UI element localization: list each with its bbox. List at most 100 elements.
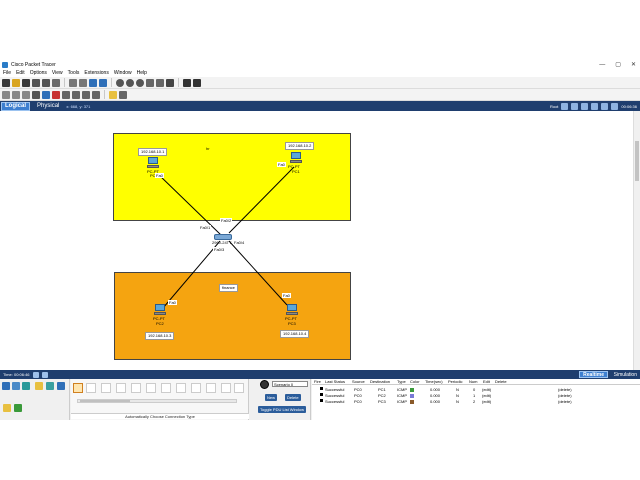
workspace-vertical-scrollbar[interactable]: [633, 111, 640, 370]
simulation-mode-button[interactable]: Simulation: [612, 371, 639, 378]
inspect-icon[interactable]: [12, 90, 20, 99]
end-devices-icon[interactable]: [12, 382, 20, 390]
resize-icon[interactable]: [32, 90, 40, 99]
connection-type-label: Automatically Choose Connection Type: [71, 413, 249, 419]
ellipse-icon[interactable]: [82, 90, 90, 99]
help-icon[interactable]: [193, 78, 201, 87]
components-icon[interactable]: [22, 382, 30, 390]
iot-cable-icon[interactable]: [221, 383, 231, 393]
tab-logical[interactable]: Logical: [1, 101, 31, 111]
realtime-mode-button[interactable]: Realtime: [579, 371, 608, 378]
print-icon[interactable]: [42, 78, 50, 87]
crossover-cable-icon[interactable]: [116, 383, 126, 393]
fiber-cable-icon[interactable]: [131, 383, 141, 393]
move-object-icon[interactable]: [591, 102, 599, 110]
maximize-icon[interactable]: ▢: [615, 61, 621, 68]
row-delete-link[interactable]: (delete): [558, 387, 572, 392]
undo-icon[interactable]: [89, 78, 97, 87]
line-icon[interactable]: [62, 90, 70, 99]
usb-cable-icon[interactable]: [234, 383, 244, 393]
copy-icon[interactable]: [69, 78, 77, 87]
paste-icon[interactable]: [79, 78, 87, 87]
fire-icon[interactable]: [320, 393, 323, 396]
select-icon[interactable]: [2, 90, 10, 99]
pc0-device[interactable]: [147, 157, 159, 169]
fire-icon[interactable]: [320, 399, 323, 402]
table-row[interactable]: Successful PC0 PC3 ICMP 0.000 N 2 (edit)…: [312, 399, 640, 405]
menu-extensions[interactable]: Extensions: [84, 70, 108, 76]
pc2-device[interactable]: [154, 304, 166, 316]
device-list-scrollbar[interactable]: [77, 399, 237, 403]
menu-file[interactable]: File: [3, 70, 11, 76]
custom-devices-icon[interactable]: [156, 78, 164, 87]
coaxial-cable-icon[interactable]: [161, 383, 171, 393]
row-delete-link[interactable]: (delete): [558, 393, 572, 398]
console-cable-icon[interactable]: [86, 383, 96, 393]
row-edit-link[interactable]: (edit): [482, 399, 491, 404]
power-cycle-icon[interactable]: [32, 371, 39, 378]
menu-help[interactable]: Help: [137, 70, 147, 76]
delete-icon[interactable]: [52, 90, 60, 99]
sub-category-icon[interactable]: [14, 404, 22, 412]
menu-view[interactable]: View: [52, 70, 63, 76]
multiuser-icon[interactable]: [57, 382, 65, 390]
pc3-device[interactable]: [286, 304, 298, 316]
freeform-icon[interactable]: [92, 90, 100, 99]
save-icon[interactable]: [22, 78, 30, 87]
new-cluster-icon[interactable]: [581, 102, 589, 110]
scenario-select[interactable]: Scenario 0: [272, 381, 308, 387]
scrollbar-thumb[interactable]: [80, 400, 130, 402]
complex-pdu-icon[interactable]: [119, 90, 127, 99]
menu-tools[interactable]: Tools: [68, 70, 80, 76]
new-scenario-button[interactable]: New: [265, 394, 278, 401]
toggle-pdu-list-button[interactable]: Toggle PDU List Window: [258, 406, 307, 413]
network-devices-icon[interactable]: [2, 382, 10, 390]
fast-forward-icon[interactable]: [41, 371, 48, 378]
auto-connection-icon[interactable]: [73, 383, 83, 393]
move-icon[interactable]: [22, 90, 30, 99]
simple-pdu-icon[interactable]: [109, 90, 117, 99]
serial-dte-cable-icon[interactable]: [191, 383, 201, 393]
row-edit-link[interactable]: (edit): [482, 393, 491, 398]
scrollbar-thumb[interactable]: [635, 141, 639, 181]
phone-cable-icon[interactable]: [146, 383, 156, 393]
row-edit-link[interactable]: (edit): [482, 387, 491, 392]
serial-dce-cable-icon[interactable]: [176, 383, 186, 393]
logical-workspace[interactable]: hr finance 192.168.10.1 PC-PT PC0 Fa0 19…: [0, 111, 633, 370]
redo-icon[interactable]: [99, 78, 107, 87]
miscellaneous-icon[interactable]: [46, 382, 54, 390]
tab-physical[interactable]: Physical: [34, 102, 62, 111]
zoom-reset-icon[interactable]: [126, 78, 134, 87]
straight-through-cable-icon[interactable]: [101, 383, 111, 393]
menu-edit[interactable]: Edit: [16, 70, 25, 76]
octal-cable-icon[interactable]: [206, 383, 216, 393]
back-icon[interactable]: [561, 102, 569, 110]
pc1-device[interactable]: [290, 152, 302, 164]
connections-icon[interactable]: [35, 382, 43, 390]
viewport-icon[interactable]: [601, 102, 609, 110]
drawing-palette-icon[interactable]: [146, 78, 154, 87]
zoom-out-icon[interactable]: [136, 78, 144, 87]
view-icon[interactable]: [166, 78, 174, 87]
open-folder-icon[interactable]: [12, 78, 20, 87]
cluster-icon[interactable]: [571, 102, 579, 110]
main-toolbar: [0, 77, 640, 89]
menu-options[interactable]: Options: [30, 70, 47, 76]
zoom-in-icon[interactable]: [116, 78, 124, 87]
activity-icon[interactable]: [183, 78, 191, 87]
new-file-icon[interactable]: [2, 78, 10, 87]
scenario-panel: Scenario 0 New Delete Toggle PDU List Wi…: [256, 379, 311, 420]
delete-scenario-button[interactable]: Delete: [285, 394, 301, 401]
fire-icon[interactable]: [320, 387, 323, 390]
selected-category-icon[interactable]: [3, 404, 11, 412]
cable-links: [157, 166, 295, 309]
switch-port-fa02: Fa0/2: [220, 218, 233, 223]
save-as-icon[interactable]: [32, 78, 40, 87]
note-icon[interactable]: [42, 90, 50, 99]
close-icon[interactable]: ✕: [631, 61, 636, 68]
rectangle-icon[interactable]: [72, 90, 80, 99]
wizard-icon[interactable]: [52, 78, 60, 87]
minimize-icon[interactable]: —: [599, 62, 605, 68]
menu-window[interactable]: Window: [114, 70, 132, 76]
row-delete-link[interactable]: (delete): [558, 399, 572, 404]
